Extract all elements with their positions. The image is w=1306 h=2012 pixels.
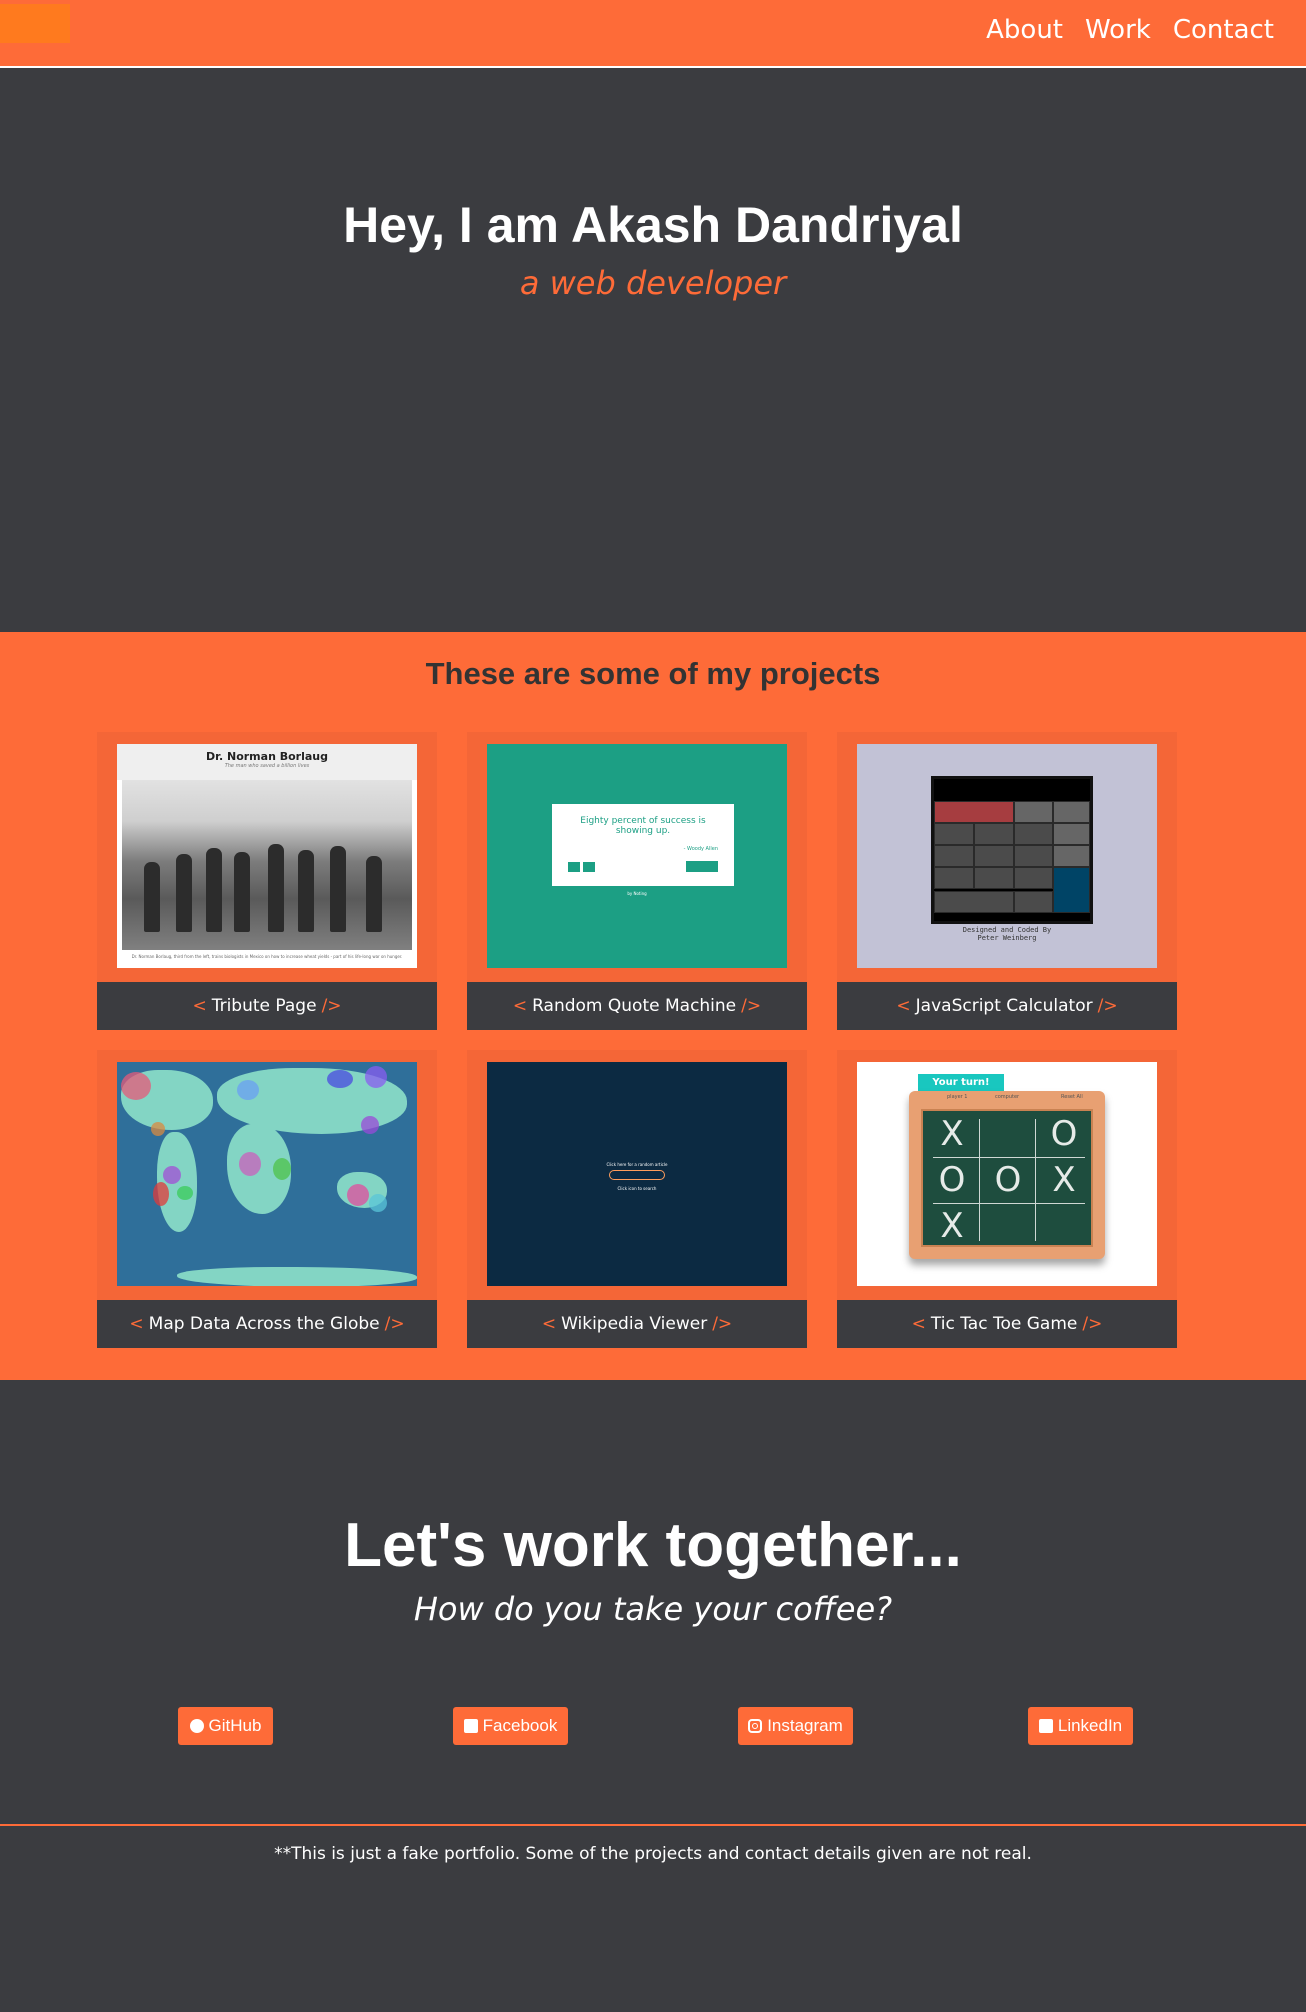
quote-text: Eighty percent of success is showing up. — [580, 816, 706, 836]
project-thumbnail[interactable]: Eighty percent of success is showing up.… — [487, 744, 787, 968]
twitter-icon — [568, 862, 580, 872]
project-card-tribute[interactable]: Dr. Norman Borlaug The man who saved a b… — [97, 732, 437, 1030]
github-icon — [189, 1719, 204, 1733]
project-card-calculator[interactable]: Designed and Coded By Peter Weinberg < Ja… — [837, 732, 1177, 1030]
project-thumbnail[interactable] — [117, 1062, 417, 1286]
search-hint: Click icon to search — [617, 1186, 657, 1191]
nav-link-contact[interactable]: Contact — [1173, 15, 1274, 45]
project-card-wikipedia[interactable]: Click here for a random article Click ic… — [467, 1050, 807, 1348]
tumblr-icon — [583, 862, 595, 872]
nav-link-work[interactable]: Work — [1085, 15, 1151, 45]
thumb-tagline: The man who saved a billion lives — [224, 763, 310, 769]
hero-title: Hey, I am Akash Dandriyal — [343, 197, 963, 253]
game-frame: player 1 computer Reset All X O O O X X — [909, 1091, 1105, 1259]
projects-section: These are some of my projects Dr. Norman… — [0, 632, 1306, 1380]
projects-grid: Dr. Norman Borlaug The man who saved a b… — [97, 732, 1178, 1348]
new-quote-button — [686, 861, 718, 872]
welcome-section: Hey, I am Akash Dandriyal a web develope… — [0, 70, 1306, 632]
random-article-link: Click here for a random article — [606, 1162, 668, 1167]
linkedin-icon — [1038, 1719, 1053, 1733]
project-thumbnail[interactable]: Click here for a random article Click ic… — [487, 1062, 787, 1286]
facebook-button[interactable]: Facebook — [453, 1707, 568, 1745]
project-card-tictactoe[interactable]: Your turn! player 1 computer Reset All X… — [837, 1050, 1177, 1348]
nav-link-about[interactable]: About — [986, 15, 1063, 45]
github-button[interactable]: GitHub — [178, 1707, 273, 1745]
logo[interactable] — [0, 4, 70, 43]
project-title[interactable]: < Wikipedia Viewer/> — [467, 1300, 807, 1348]
project-title[interactable]: < JavaScript Calculator/> — [837, 982, 1177, 1030]
project-title[interactable]: < Tribute Page/> — [97, 982, 437, 1030]
hero-subtitle: a web developer — [519, 264, 787, 302]
search-input — [609, 1170, 665, 1180]
project-thumbnail[interactable]: Dr. Norman Borlaug The man who saved a b… — [117, 744, 417, 968]
quote-byline: by Noting — [627, 891, 647, 896]
turn-badge: Your turn! — [918, 1074, 1004, 1091]
calc-key-ac — [934, 801, 1014, 823]
calc-credit: Designed and Coded By Peter Weinberg — [962, 926, 1052, 942]
facebook-icon — [463, 1719, 478, 1733]
game-board: X O O O X X — [921, 1109, 1093, 1247]
footer-disclaimer: **This is just a fake portfolio. Some of… — [274, 1844, 1032, 1864]
project-title[interactable]: < Map Data Across the Globe/> — [97, 1300, 437, 1348]
contact-heading: Let's work together... — [344, 1511, 962, 1580]
project-title[interactable]: < Tic Tac Toe Game/> — [837, 1300, 1177, 1348]
project-thumbnail[interactable]: Designed and Coded By Peter Weinberg — [857, 744, 1157, 968]
instagram-button[interactable]: Instagram — [738, 1707, 853, 1745]
linkedin-button[interactable]: LinkedIn — [1028, 1707, 1133, 1745]
thumb-caption: Dr. Norman Borlaug, third from the left,… — [131, 954, 403, 959]
quote-author: - Woody Allen — [683, 846, 718, 852]
projects-heading: These are some of my projects — [425, 656, 881, 691]
project-card-map[interactable]: < Map Data Across the Globe/> — [97, 1050, 437, 1348]
project-card-quote[interactable]: Eighty percent of success is showing up.… — [467, 732, 807, 1030]
project-thumbnail[interactable]: Your turn! player 1 computer Reset All X… — [857, 1062, 1157, 1286]
calc-key-equals — [1053, 867, 1090, 913]
thumb-photo — [122, 780, 412, 950]
top-nav: About Work Contact — [0, 0, 1306, 68]
calculator-body — [931, 776, 1093, 924]
instagram-icon — [748, 1719, 763, 1733]
thumb-title: Dr. Norman Borlaug — [206, 750, 328, 763]
quote-box: Eighty percent of success is showing up.… — [552, 804, 734, 886]
footer: **This is just a fake portfolio. Some of… — [0, 1824, 1306, 2012]
contact-section: Let's work together... How do you take y… — [0, 1380, 1306, 1824]
project-title[interactable]: < Random Quote Machine/> — [467, 982, 807, 1030]
nav-links: About Work Contact — [986, 15, 1274, 45]
contact-subheading: How do you take your coffee? — [413, 1590, 893, 1628]
